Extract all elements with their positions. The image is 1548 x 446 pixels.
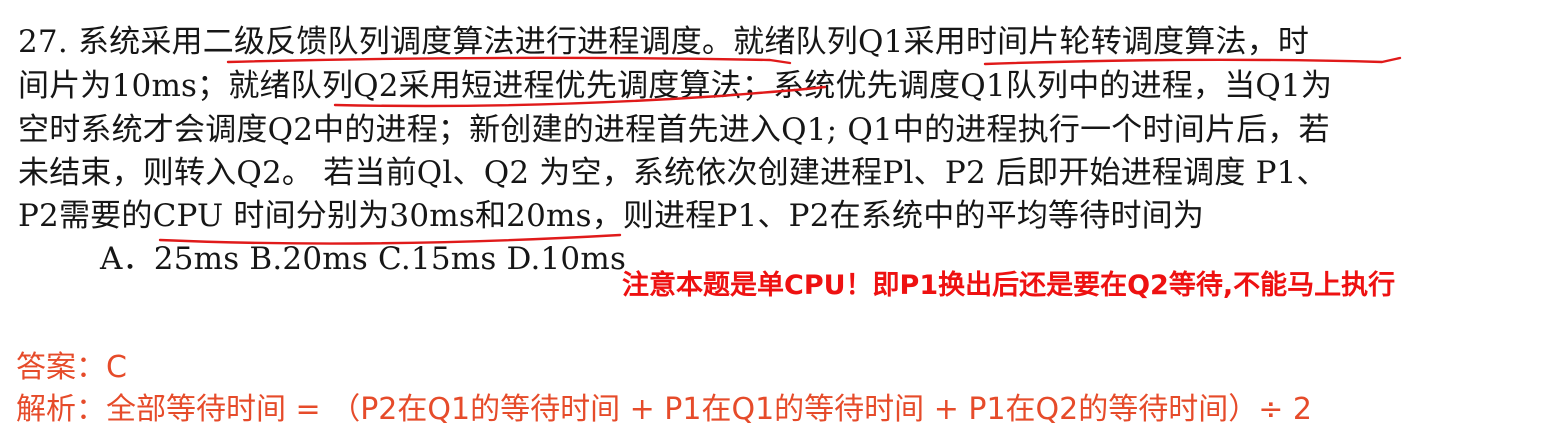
question-line-3: 空时系统才会调度Q2中的进程；新创建的进程首先进入Q1; Q1中的进程执行一个时… xyxy=(18,112,1330,148)
question-line-5: P2需要的CPU 时间分别为30ms和20ms，则进程P1、P2在系统中的平均等… xyxy=(18,198,1205,234)
answer-options: A．25ms B.20ms C.15ms D.10ms xyxy=(100,241,627,277)
question-line-4: 未结束，则转入Q2。 若当前Ql、Q2 为空，系统依次创建进程Pl、P2 后即开… xyxy=(18,155,1328,191)
explanation-line: 解析：全部等待时间 = （P2在Q1的等待时间 + P1在Q1的等待时间 + P… xyxy=(16,392,1313,427)
question-line-1: 27. 系统采用二级反馈队列调度算法进行进程调度。就绪队列Q1采用时间片轮转调度… xyxy=(18,24,1310,60)
document-page: 27. 系统采用二级反馈队列调度算法进行进程调度。就绪队列Q1采用时间片轮转调度… xyxy=(0,0,1548,446)
red-note: 注意本题是单CPU！即P1换出后还是要在Q2等待,不能马上执行 xyxy=(622,270,1396,301)
answer-line: 答案：C xyxy=(16,350,127,385)
question-line-2: 间片为10ms；就绪队列Q2采用短进程优先调度算法；系统优先调度Q1队列中的进程… xyxy=(18,68,1333,104)
